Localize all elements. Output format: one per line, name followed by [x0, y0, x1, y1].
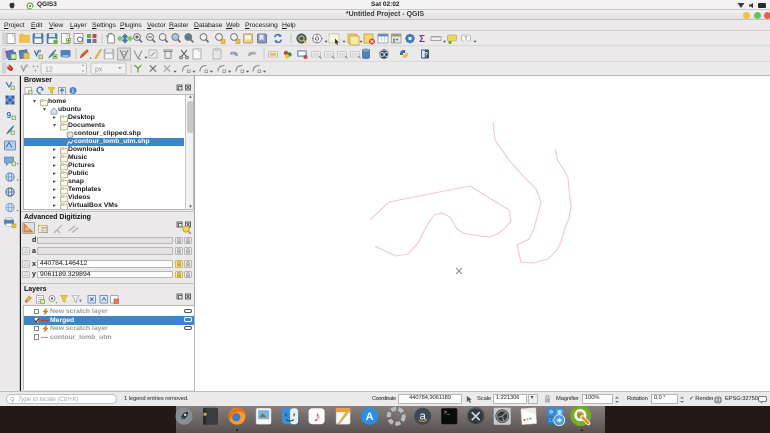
- svg-text:px: px: [95, 66, 103, 73]
- svg-text:12: 12: [45, 66, 53, 73]
- svg-text:▾: ▾: [79, 299, 82, 305]
- svg-text:>_: >_: [444, 410, 451, 416]
- svg-text:Σ: Σ: [419, 34, 425, 45]
- svg-text:▦: ▦: [557, 409, 562, 415]
- svg-text:?: ?: [395, 414, 399, 421]
- svg-text:: : [549, 418, 553, 424]
- svg-text:?: ?: [424, 52, 428, 58]
- svg-text:A: A: [366, 411, 374, 423]
- svg-text:⚙: ⚙: [549, 409, 554, 415]
- svg-text:T: T: [464, 36, 467, 42]
- svg-text:♪: ♪: [313, 408, 321, 425]
